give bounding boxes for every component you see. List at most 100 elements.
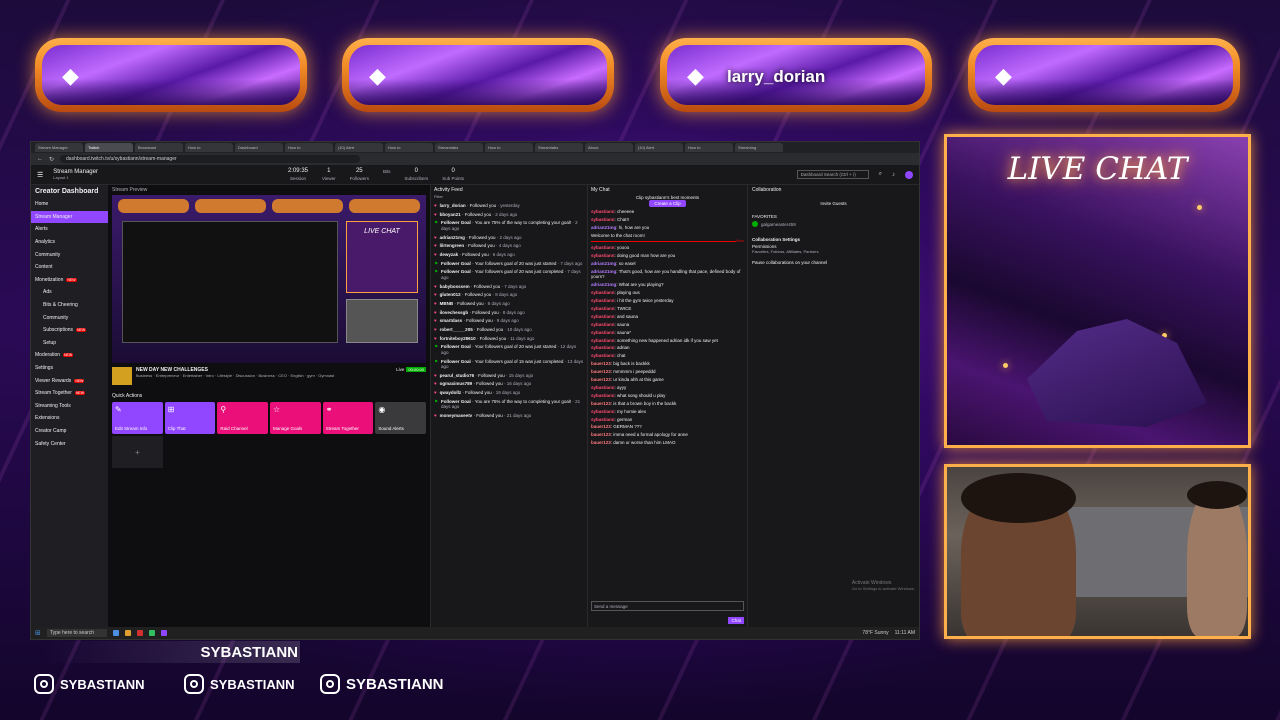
pause-collab-row[interactable]: Pause collaborations on your channel [752, 260, 915, 265]
sidebar-item[interactable]: Stream Manager [31, 210, 108, 224]
add-action-button[interactable]: + [112, 436, 163, 468]
chat-username[interactable]: sybastiann [591, 409, 615, 414]
browser-tab[interactable]: Twitch [85, 143, 133, 152]
feed-item[interactable]: ⚑ Follower Goal · You are 75% of the way … [434, 399, 584, 410]
quick-action-button[interactable]: ☆ Manage Goals [270, 402, 321, 434]
feed-item[interactable]: ♥ babybosssem · Followed you · 7 days ago [434, 284, 584, 290]
sidebar-item[interactable]: Extensions [35, 412, 104, 425]
chat-username[interactable]: bauer123 [591, 424, 611, 429]
sidebar-item[interactable]: Community [35, 248, 104, 261]
browser-tab[interactable]: How to [685, 143, 733, 152]
feed-item[interactable]: ⚑ Follower Goal · Your followers goal of … [434, 261, 584, 267]
app-icon[interactable] [124, 630, 131, 636]
chat-username[interactable]: sybastiann [591, 253, 615, 258]
sidebar-item[interactable]: Setup [35, 337, 104, 350]
sidebar-item[interactable]: Stream Together NEW [35, 387, 104, 400]
reload-icon[interactable]: ↻ [49, 156, 54, 163]
feed-item[interactable]: ⚑ Follower Goal · Your followers goal of … [434, 269, 584, 280]
sidebar-item[interactable]: Settings [35, 362, 104, 375]
favorite-user[interactable]: galgameaster459 [761, 222, 796, 227]
bell-icon[interactable]: ♪ [892, 172, 895, 178]
sidebar-item[interactable]: Creator Camp [35, 425, 104, 438]
sidebar-item[interactable]: Analytics [35, 236, 104, 249]
browser-tab[interactable]: (10) Alert [635, 143, 683, 152]
feed-item[interactable]: ♥ moneymaseetv · Followed you · 21 days a… [434, 413, 584, 419]
search-icon[interactable]: ⌕ [879, 171, 882, 178]
feed-item[interactable]: ⚑ Follower Goal · Your followers goal of … [434, 359, 584, 370]
browser-tab[interactable]: Streaming [735, 143, 783, 152]
feed-item[interactable]: ♥ larry_dorian · Followed you · yesterday [434, 203, 584, 209]
chat-username[interactable]: sybastiann [591, 353, 615, 358]
feed-item[interactable]: ♥ gluten012 · Followed you · 8 days ago [434, 292, 584, 298]
browser-tab[interactable]: How to [185, 143, 233, 152]
browser-tab[interactable]: Broadcast [135, 143, 183, 152]
chat-username[interactable]: sybastiann [591, 245, 615, 250]
chat-username[interactable]: bauer123 [591, 369, 611, 374]
feed-item[interactable]: ♥ bboyan21 · Followed you · 2 days ago [434, 212, 584, 218]
browser-tab[interactable]: (10) Alert [335, 143, 383, 152]
feed-item[interactable]: ♥ ilovechessgb · Followed you · 8 days ag… [434, 310, 584, 316]
feed-item[interactable]: ♥ smartdass · Followed you · 9 days ago [434, 318, 584, 324]
sidebar-item[interactable]: Streaming Tools [35, 400, 104, 413]
url-field[interactable]: dashboard.twitch.tv/u/sybastiann/stream-… [60, 155, 361, 163]
browser-tab[interactable]: Streamlabs [435, 143, 483, 152]
chat-username[interactable]: adrian21mg [591, 282, 616, 287]
sidebar-item[interactable]: Monetization NEW [35, 274, 104, 287]
hamburger-icon[interactable]: ☰ [37, 171, 43, 179]
feed-item[interactable]: ♥ ogmaximus789 · Followed you · 16 days a… [434, 381, 584, 387]
feed-item[interactable]: ♥ MBNB · Followed you · 8 days ago [434, 301, 584, 307]
chat-username[interactable]: adrian21mg [591, 269, 616, 274]
feed-item[interactable]: ♥ dewyzak · Followed you · 6 days ago [434, 252, 584, 258]
dashboard-search[interactable]: Dashboard Search (Ctrl + /) [796, 170, 869, 179]
feed-item[interactable]: ⚑ Follower Goal · Your followers goal of … [434, 344, 584, 355]
quick-action-button[interactable]: ⚭ Stream Together [322, 402, 374, 434]
sidebar-item[interactable]: Viewer Rewards NEW [35, 374, 104, 387]
browser-tab[interactable]: How to [385, 143, 433, 152]
chat-username[interactable]: bauer123 [591, 440, 611, 445]
app-icon[interactable] [148, 630, 155, 636]
back-icon[interactable]: ← [37, 156, 43, 162]
sidebar-item[interactable]: Content [35, 261, 104, 274]
app-icon[interactable] [160, 630, 167, 636]
chat-username[interactable]: adrian21mg [591, 225, 616, 230]
sidebar-item[interactable]: Moderation NEW [35, 349, 104, 362]
chat-username[interactable]: sybastiann [591, 385, 615, 390]
chat-username[interactable]: sybastiann [591, 290, 615, 295]
feed-item[interactable]: ♥ adrian21mg · Followed you · 2 days ago [434, 235, 584, 241]
feed-item[interactable]: ⚑ Follower Goal · You are 75% of the way … [434, 220, 584, 231]
sidebar-item[interactable]: Community [35, 311, 104, 324]
sidebar-item[interactable]: Alerts [35, 223, 104, 236]
app-icon[interactable] [136, 630, 143, 636]
permissions-row[interactable]: Permissions Favorites, Follows, Affiliat… [752, 244, 915, 254]
taskbar-search[interactable]: Type here to search [46, 629, 107, 637]
windows-start-icon[interactable]: ⊞ [35, 629, 41, 637]
chat-username[interactable]: sybastiann [591, 330, 615, 335]
chat-username[interactable]: bauer123 [591, 361, 611, 366]
create-clip-button[interactable]: Create a Clip [649, 200, 686, 207]
sidebar-item[interactable]: Subscriptions NEW [35, 324, 104, 337]
chat-username[interactable]: sybastiann [591, 338, 615, 343]
chat-username[interactable]: adrian21mg [591, 261, 616, 266]
chat-username[interactable]: sybastiann [591, 306, 615, 311]
browser-tab[interactable]: Dashboard [235, 143, 283, 152]
feed-item[interactable]: ♥ fortniteboy28610 · Followed you · 11 da… [434, 336, 584, 342]
quick-action-button[interactable]: ◉ Sound Alerts [375, 402, 427, 434]
chat-username[interactable]: bauer123 [591, 401, 611, 406]
layout-menu[interactable]: Stream Manager Layout 1 [53, 169, 98, 180]
browser-tab[interactable]: How to [285, 143, 333, 152]
browser-tab[interactable]: Stream Manager [35, 143, 83, 152]
chat-username[interactable]: sybastiann [591, 322, 615, 327]
chat-username[interactable]: bauer123 [591, 377, 611, 382]
feed-item[interactable]: ♥ qwaydollz · Followed you · 19 days ago [434, 390, 584, 396]
chat-username[interactable]: sybastiann [591, 345, 615, 350]
sidebar-item[interactable]: Bits & Cheering [35, 299, 104, 312]
chat-username[interactable]: sybastiann [591, 209, 615, 214]
feed-item[interactable]: ♥ lilrtengreen · Followed you · 4 days ag… [434, 243, 584, 249]
chat-username[interactable]: sybastiann [591, 298, 615, 303]
browser-tab[interactable]: How to [485, 143, 533, 152]
avatar[interactable] [905, 170, 913, 179]
chat-username[interactable]: sybastiann [591, 393, 615, 398]
sidebar-item[interactable]: Safety Center [35, 437, 104, 450]
feed-item[interactable]: ♥ pearul_studio76 · Followed you · 15 day… [434, 373, 584, 379]
browser-tab[interactable]: Streamlabs [535, 143, 583, 152]
